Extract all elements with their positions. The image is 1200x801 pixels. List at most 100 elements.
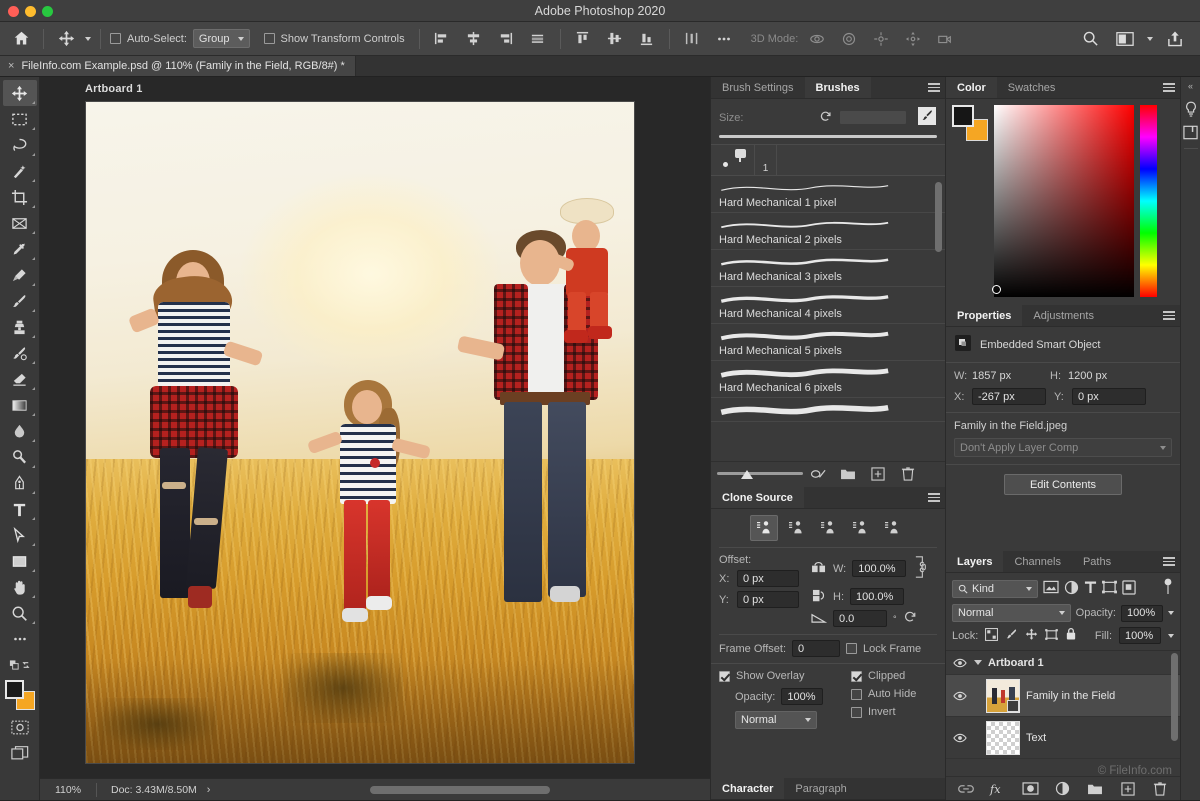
align-bottom-edges-icon[interactable] xyxy=(634,27,660,51)
color-panel-menu-icon[interactable] xyxy=(1158,77,1180,98)
pen-tool[interactable] xyxy=(3,470,37,496)
move-tool[interactable] xyxy=(3,80,37,106)
brush-list-item[interactable]: Hard Mechanical 4 pixels xyxy=(711,287,945,324)
minimize-window-button[interactable] xyxy=(25,6,36,17)
clone-angle-input[interactable]: 0.0 xyxy=(833,610,887,627)
close-window-button[interactable] xyxy=(8,6,19,17)
show-transform-controls-checkbox[interactable] xyxy=(264,33,275,44)
gradient-tool[interactable] xyxy=(3,392,37,418)
clone-source-2[interactable] xyxy=(782,515,810,541)
clone-source-5[interactable] xyxy=(878,515,906,541)
align-right-edges-icon[interactable] xyxy=(493,27,519,51)
brush-size-slider[interactable] xyxy=(719,135,937,138)
brush-list-item[interactable]: Hard Mechanical 2 pixels xyxy=(711,213,945,250)
layer-thumbnail[interactable] xyxy=(986,721,1020,755)
new-group-icon[interactable] xyxy=(1080,777,1110,801)
clone-opacity-input[interactable]: 100% xyxy=(781,688,823,705)
brush-size-input[interactable] xyxy=(839,110,907,125)
align-horizontal-centers-icon[interactable] xyxy=(461,27,487,51)
reset-transform-icon[interactable] xyxy=(903,610,917,627)
clone-source-3[interactable] xyxy=(814,515,842,541)
default-colors-swap-icons[interactable] xyxy=(3,652,37,678)
color-field-marker[interactable] xyxy=(992,285,1001,294)
auto-select-checkbox[interactable] xyxy=(110,33,121,44)
brushes-panel-menu-icon[interactable] xyxy=(923,77,945,98)
dodge-tool[interactable] xyxy=(3,444,37,470)
layers-scrollbar[interactable] xyxy=(1171,653,1178,741)
clone-source-4[interactable] xyxy=(846,515,874,541)
layers-panel-menu-icon[interactable] xyxy=(1158,551,1180,572)
crop-tool[interactable] xyxy=(3,184,37,210)
lock-frame-checkbox[interactable] xyxy=(846,643,857,654)
smart-object-filter-icon[interactable] xyxy=(1122,580,1136,598)
foreground-color-swatch[interactable] xyxy=(5,680,24,699)
align-left-edges-icon[interactable] xyxy=(429,27,455,51)
filter-toggle-icon[interactable] xyxy=(1162,578,1174,599)
collapse-panels-icon[interactable]: « xyxy=(1181,81,1200,91)
brush-list-item[interactable] xyxy=(711,398,945,422)
link-layers-icon[interactable] xyxy=(951,777,981,801)
brushes-scrollbar[interactable] xyxy=(935,182,942,252)
clone-h-input[interactable]: 100.0% xyxy=(850,588,904,605)
zoom-level[interactable]: 110% xyxy=(40,784,96,796)
home-icon[interactable] xyxy=(8,27,34,51)
tab-paragraph[interactable]: Paragraph xyxy=(784,778,857,799)
opacity-input[interactable]: 100% xyxy=(1121,605,1163,622)
libraries-icon[interactable] xyxy=(1182,121,1200,143)
lock-image-pixels-icon[interactable] xyxy=(1005,628,1018,644)
align-vertical-centers-icon[interactable] xyxy=(602,27,628,51)
auto-select-group-dropdown[interactable]: Group xyxy=(193,29,250,48)
offset-y-input[interactable]: 0 px xyxy=(737,591,799,608)
layer-visibility-toggle[interactable] xyxy=(952,733,968,743)
brush-list-item[interactable]: Hard Mechanical 3 pixels xyxy=(711,250,945,287)
clone-stamp-tool[interactable] xyxy=(3,314,37,340)
frame-offset-input[interactable]: 0 xyxy=(792,640,840,657)
tab-swatches[interactable]: Swatches xyxy=(997,77,1067,98)
more-options-icon[interactable] xyxy=(711,27,737,51)
reset-icon[interactable] xyxy=(819,110,832,126)
clone-w-input[interactable]: 100.0% xyxy=(852,560,906,577)
clone-source-panel-menu-icon[interactable] xyxy=(923,487,945,508)
history-brush-tool[interactable] xyxy=(3,340,37,366)
distribute-spacing-icon[interactable] xyxy=(679,27,705,51)
layer-style-icon[interactable]: fx xyxy=(983,777,1013,801)
hue-slider[interactable] xyxy=(1140,105,1157,297)
quick-mask-icon[interactable] xyxy=(3,714,37,740)
tab-brushes[interactable]: Brushes xyxy=(805,77,871,98)
brush-list-item[interactable]: Hard Mechanical 6 pixels xyxy=(711,361,945,398)
layer-row-artboard[interactable]: Artboard 1 xyxy=(946,651,1180,675)
show-overlay-checkbox[interactable] xyxy=(719,671,730,682)
new-layer-icon[interactable] xyxy=(1113,777,1143,801)
artboard-label[interactable]: Artboard 1 xyxy=(85,83,143,95)
lock-position-icon[interactable] xyxy=(1025,628,1038,644)
properties-panel-menu-icon[interactable] xyxy=(1158,305,1180,326)
adjustment-filter-icon[interactable] xyxy=(1064,580,1079,598)
bulb-icon[interactable] xyxy=(1182,99,1200,121)
tab-character[interactable]: Character xyxy=(711,778,784,799)
close-icon[interactable]: × xyxy=(8,60,14,72)
foreground-color-swatch[interactable] xyxy=(952,105,974,127)
offset-x-input[interactable]: 0 px xyxy=(737,570,799,587)
distribute-horizontal-icon[interactable] xyxy=(525,27,551,51)
color-field[interactable] xyxy=(994,105,1134,297)
clone-blend-mode-dropdown[interactable]: Normal xyxy=(735,711,817,729)
brush-preview-icon[interactable] xyxy=(917,106,937,129)
delete-layer-icon[interactable] xyxy=(1145,777,1175,801)
screen-mode-icon[interactable] xyxy=(3,740,37,766)
horizontal-type-tool[interactable] xyxy=(3,496,37,522)
fill-chevron-icon[interactable] xyxy=(1168,634,1174,638)
clone-source-1[interactable] xyxy=(750,515,778,541)
properties-y-input[interactable]: 0 px xyxy=(1072,388,1146,405)
eraser-tool[interactable] xyxy=(3,366,37,392)
canvas-area[interactable]: Artboard 1 xyxy=(40,77,710,778)
document-tab[interactable]: × FileInfo.com Example.psd @ 110% (Famil… xyxy=(0,56,356,76)
opacity-chevron-icon[interactable] xyxy=(1168,611,1174,615)
lock-all-icon[interactable] xyxy=(1065,627,1077,644)
move-tool-icon[interactable] xyxy=(53,27,79,51)
pixel-filter-icon[interactable] xyxy=(1043,580,1059,597)
tool-preset-chevron-icon[interactable] xyxy=(85,37,91,41)
new-group-icon[interactable] xyxy=(833,462,863,486)
eyedropper-tool[interactable] xyxy=(3,236,37,262)
brush-tool[interactable] xyxy=(3,288,37,314)
quick-selection-tool[interactable] xyxy=(3,158,37,184)
